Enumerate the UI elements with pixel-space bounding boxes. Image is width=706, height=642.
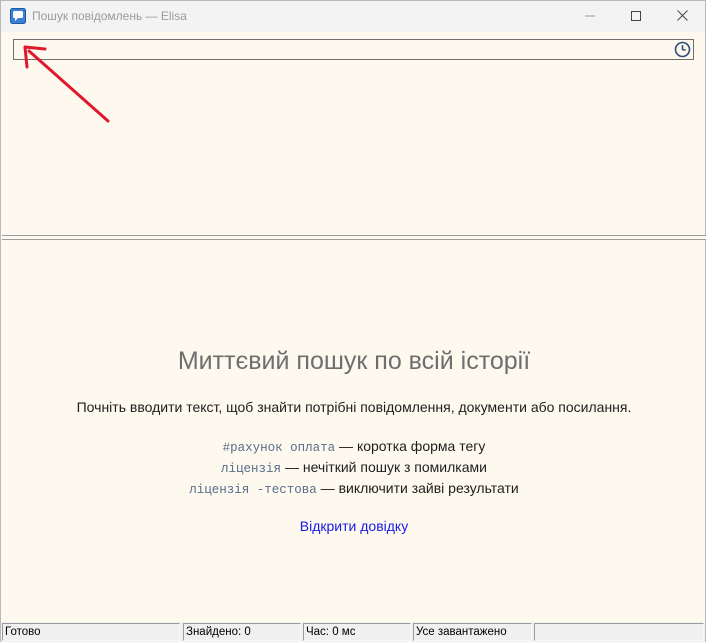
tip-code: ліцензія xyxy=(221,462,282,476)
tip-row: ліцензія — нечіткий пошук з помилками xyxy=(2,459,706,476)
help-link-row: Відкрити довідку xyxy=(2,518,706,534)
minimize-icon xyxy=(585,8,595,26)
welcome-lead: Почніть вводити текст, щоб знайти потріб… xyxy=(76,399,632,415)
clock-icon[interactable] xyxy=(674,41,691,58)
welcome-title: Миттєвий пошук по всій історії xyxy=(177,347,531,375)
results-pane: Миттєвий пошук по всій історії Почніть в… xyxy=(2,240,706,622)
title-bar[interactable]: Пошук повідомлень — Elisa xyxy=(1,1,705,32)
tip-text: — коротка форма тегу xyxy=(335,438,486,454)
search-box xyxy=(13,39,694,60)
close-icon xyxy=(676,8,688,26)
chat-app-icon xyxy=(10,8,26,24)
tip-code: #рахунок оплата xyxy=(222,441,336,455)
tip-code: ліцензія -тестова xyxy=(189,483,317,497)
window-title: Пошук повідомлень — Elisa xyxy=(32,9,187,23)
tip-text: — нечіткий пошук з помилками xyxy=(281,459,487,475)
minimize-button[interactable] xyxy=(567,1,613,32)
tip-row: #рахунок оплата — коротка форма тегу xyxy=(2,438,706,455)
search-window: Пошук повідомлень — Elisa Миттєвий пошук… xyxy=(0,0,706,642)
status-query-time: Час: 0 мс xyxy=(303,623,411,641)
tip-row: ліцензія -тестова — виключити зайві резу… xyxy=(2,480,706,497)
close-button[interactable] xyxy=(659,1,705,32)
maximize-icon xyxy=(631,8,641,26)
status-bar: Готово Знайдено: 0 Час: 0 мс Усе заванта… xyxy=(1,622,705,642)
search-input[interactable] xyxy=(14,40,669,59)
maximize-button[interactable] xyxy=(613,1,659,32)
status-loaded: Усе завантажено xyxy=(413,623,532,641)
status-found-count: Знайдено: 0 xyxy=(183,623,301,641)
tip-text: — виключити зайві результати xyxy=(316,480,519,496)
status-extra xyxy=(534,623,704,641)
open-help-link[interactable]: Відкрити довідку xyxy=(300,518,408,534)
status-state: Готово xyxy=(2,623,180,641)
